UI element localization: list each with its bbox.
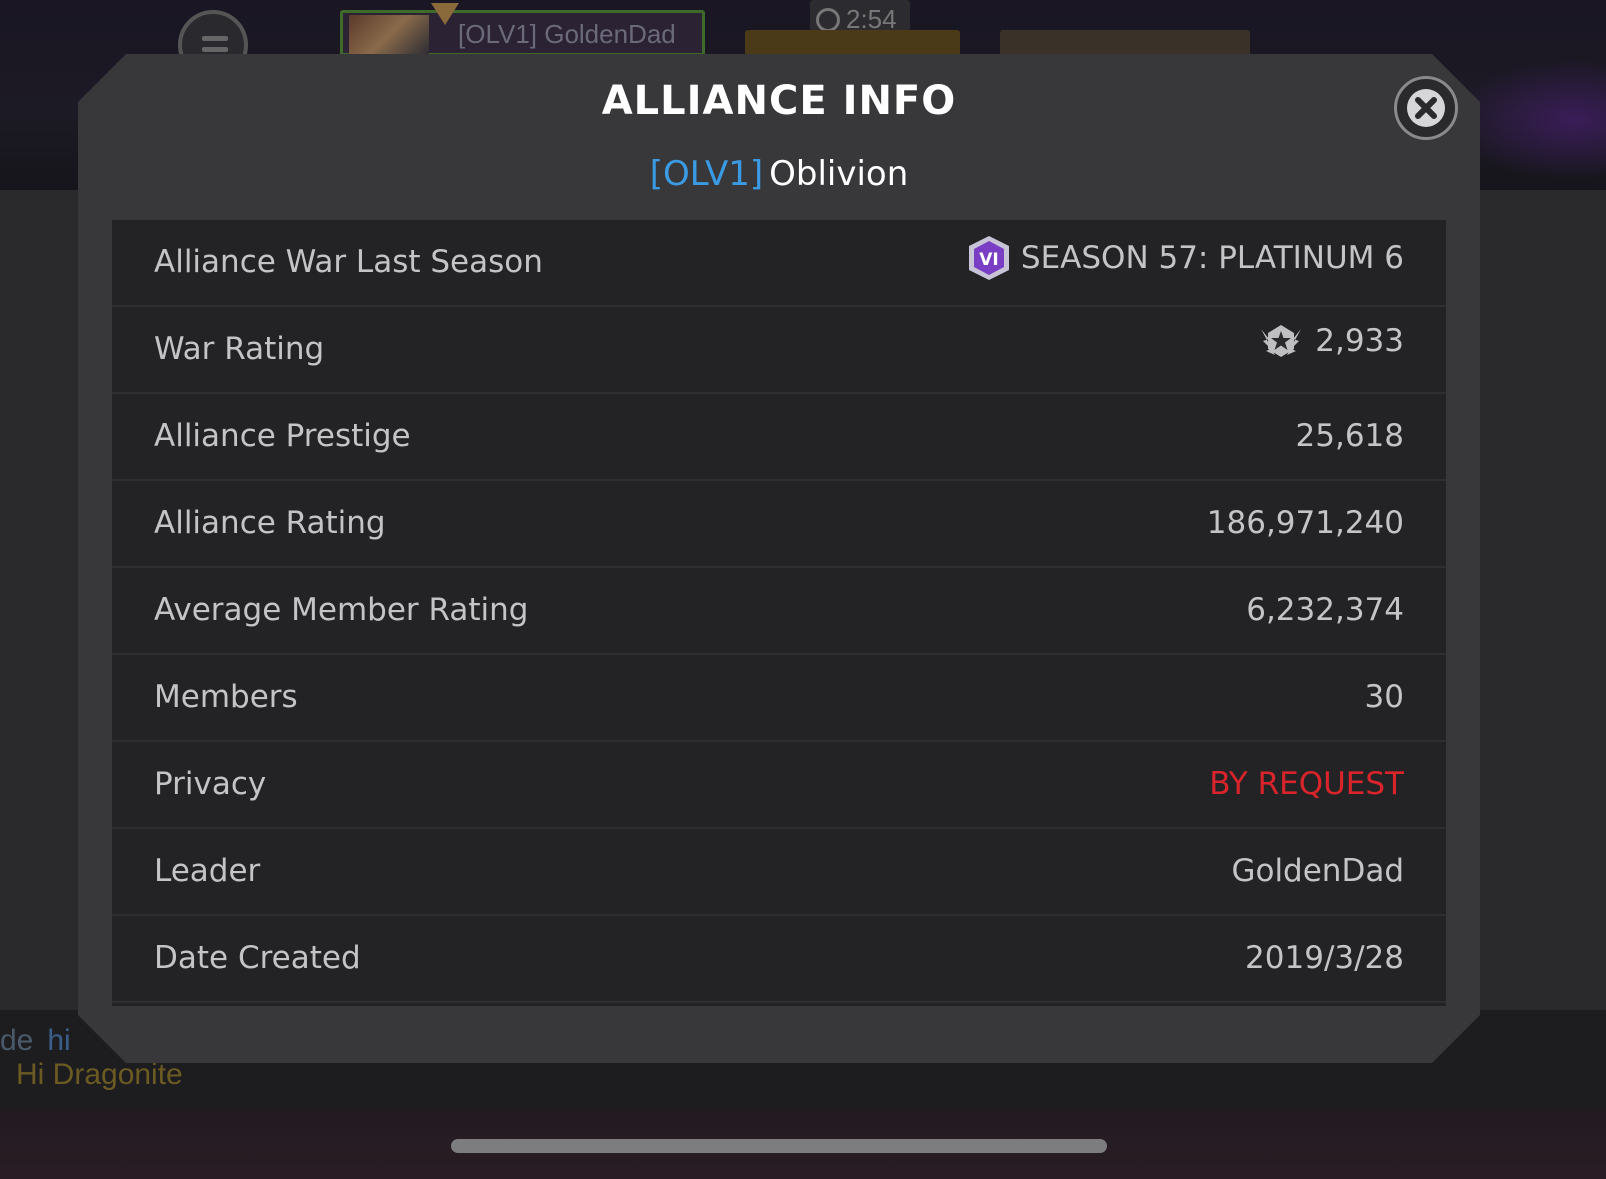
alliance-name-text: Oblivion (769, 154, 909, 194)
info-row-war-season: Alliance War Last Season VI SEASON 57: P… (112, 220, 1446, 307)
alliance-tag: [OLV1] (649, 154, 764, 194)
row-value-group: 2,933 (1257, 321, 1404, 361)
home-indicator[interactable] (451, 1139, 1107, 1153)
info-row-prestige: Alliance Prestige 25,618 (112, 394, 1446, 481)
chat-sender: de (0, 1024, 34, 1057)
row-label: Average Member Rating (154, 592, 529, 628)
row-label: Alliance Rating (154, 505, 386, 541)
info-table: Alliance War Last Season VI SEASON 57: P… (112, 220, 1446, 1006)
info-row-privacy: Privacy BY REQUEST (112, 742, 1446, 829)
season-icon-label: VI (979, 250, 998, 270)
row-label: Date Created (154, 940, 361, 976)
info-row-war-rating: War Rating 2,933 (112, 307, 1446, 394)
war-rating-icon (1257, 321, 1305, 361)
row-value: 6,232,374 (1246, 592, 1404, 628)
row-value: 2,933 (1315, 323, 1404, 359)
chat-line: Hi Dragonite (16, 1058, 183, 1091)
row-value: 25,618 (1295, 418, 1404, 454)
player-avatar (349, 15, 429, 55)
chat-line: de hi (0, 1024, 71, 1058)
row-label: Alliance Prestige (154, 418, 411, 454)
close-button[interactable] (1394, 76, 1458, 140)
alliance-info-modal: ALLIANCE INFO [OLV1] Oblivion Alliance Wa… (78, 54, 1480, 1063)
timer-icon (816, 8, 840, 32)
close-icon (1406, 88, 1446, 128)
row-value-group: VI SEASON 57: PLATINUM 6 (967, 234, 1404, 282)
row-value: GoldenDad (1231, 853, 1404, 889)
info-row-date-created: Date Created 2019/3/28 (112, 916, 1446, 1003)
rank-chevron-icon (431, 3, 459, 25)
privacy-value: BY REQUEST (1209, 766, 1404, 802)
row-label: Leader (154, 853, 261, 889)
row-label: War Rating (154, 331, 325, 367)
modal-title: ALLIANCE INFO (601, 78, 957, 124)
resource-bar (1000, 30, 1250, 56)
row-label: Members (154, 679, 298, 715)
alliance-name: [OLV1] Oblivion (78, 154, 1480, 194)
row-value: 2019/3/28 (1245, 940, 1404, 976)
resource-bar (745, 30, 960, 56)
row-value: 186,971,240 (1206, 505, 1404, 541)
row-value: SEASON 57: PLATINUM 6 (1020, 240, 1404, 276)
info-row-leader: Leader GoldenDad (112, 829, 1446, 916)
player-name: [OLV1] GoldenDad (458, 19, 676, 49)
war-season-badge-icon: VI (967, 234, 1011, 282)
info-row-alliance-rating: Alliance Rating 186,971,240 (112, 481, 1446, 568)
player-badge[interactable]: [OLV1] GoldenDad (340, 3, 705, 56)
row-label: Privacy (154, 766, 267, 802)
row-value: 30 (1364, 679, 1404, 715)
row-label: Alliance War Last Season (154, 244, 543, 280)
chat-message: hi (47, 1024, 71, 1057)
info-row-average-member-rating: Average Member Rating 6,232,374 (112, 568, 1446, 655)
info-row-members: Members 30 (112, 655, 1446, 742)
